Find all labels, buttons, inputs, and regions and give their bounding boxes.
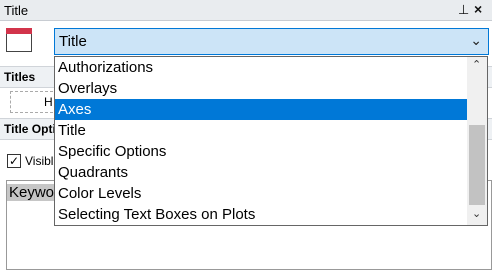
combobox-dropdown[interactable]: Authorizations Overlays Axes Title Speci… xyxy=(54,56,488,226)
dropdown-item-authorizations[interactable]: Authorizations xyxy=(55,57,467,78)
chevron-down-icon[interactable]: ⌄ xyxy=(470,32,482,49)
close-icon[interactable]: × xyxy=(474,1,482,17)
dropdown-list: Authorizations Overlays Axes Title Speci… xyxy=(55,57,467,225)
dropdown-item-axes[interactable]: Axes xyxy=(55,99,467,120)
dropdown-item-title[interactable]: Title xyxy=(55,120,467,141)
title-placeholder-box[interactable]: H xyxy=(10,91,58,113)
dropdown-item-quadrants[interactable]: Quadrants xyxy=(55,162,467,183)
dropdown-item-specific-options[interactable]: Specific Options xyxy=(55,141,467,162)
dropdown-item-color-levels[interactable]: Color Levels xyxy=(55,183,467,204)
title-bar: Title ⊥ × xyxy=(0,0,492,21)
visible-checkbox-label: Visibl xyxy=(25,154,54,168)
window-title: Title xyxy=(4,3,29,18)
visible-checkbox[interactable]: ✓ xyxy=(7,154,21,168)
scrollbar-thumb[interactable] xyxy=(469,125,485,205)
dropdown-item-selecting-text-boxes[interactable]: Selecting Text Boxes on Plots xyxy=(55,204,467,225)
title-combobox[interactable]: Title ⌄ xyxy=(54,28,489,55)
scroll-up-icon[interactable]: ⌃ xyxy=(472,58,481,71)
pin-icon[interactable]: ⊥ xyxy=(458,2,469,18)
keywords-text: Keywo xyxy=(7,184,58,201)
titles-header-label: Titles xyxy=(4,70,36,84)
title-placeholder-text: H xyxy=(44,95,53,109)
window-icon xyxy=(6,28,32,52)
window-icon-frame xyxy=(6,34,32,52)
dropdown-scrollbar[interactable]: ⌃ ⌄ xyxy=(467,57,487,225)
dropdown-item-overlays[interactable]: Overlays xyxy=(55,78,467,99)
title-options-header-label: Title Opti xyxy=(4,122,56,136)
combobox-value: Title xyxy=(59,33,87,50)
scroll-down-icon[interactable]: ⌄ xyxy=(472,207,481,220)
